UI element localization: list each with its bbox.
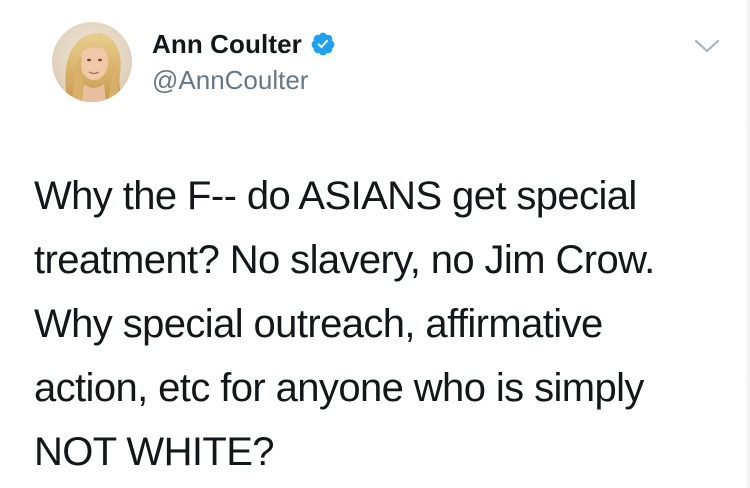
tweet-card: Ann Coulter @AnnCoulter Why the F-- do A… — [0, 0, 750, 488]
tweet-text-line: Why special outreach, affirmative — [34, 302, 603, 346]
right-edge-shadow — [744, 0, 750, 488]
user-handle[interactable]: @AnnCoulter — [152, 65, 336, 96]
name-row: Ann Coulter — [152, 26, 336, 62]
tweet-text-line: action, etc for anyone who is simply — [34, 366, 644, 410]
tweet-text-line: Why the F-- do ASIANS get special — [34, 174, 637, 218]
avatar[interactable] — [52, 22, 132, 102]
tweet-header: Ann Coulter @AnnCoulter — [152, 26, 336, 96]
display-name[interactable]: Ann Coulter — [152, 29, 302, 60]
tweet-text-line: treatment? No slavery, no Jim Crow. — [34, 238, 655, 282]
tweet-text-line: NOT WHITE? — [34, 430, 275, 474]
tweet-text: Why the F-- do ASIANS get special treatm… — [34, 164, 734, 484]
verified-badge-icon — [310, 31, 336, 57]
avatar-image — [52, 22, 132, 102]
chevron-down-icon[interactable] — [692, 36, 722, 56]
